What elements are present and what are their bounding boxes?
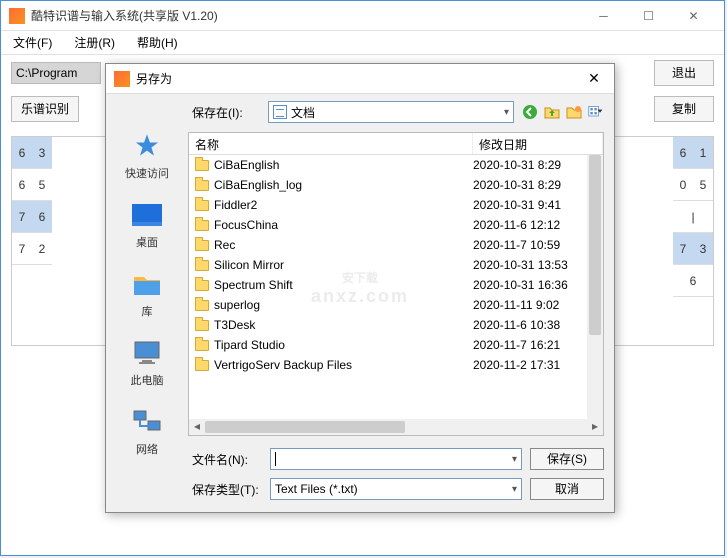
dialog-sidebar: 快速访问 桌面 库 此电脑 网络: [106, 94, 188, 512]
lookin-label: 保存在(I):: [188, 104, 260, 121]
computer-icon: [131, 337, 163, 369]
file-row[interactable]: FocusChina2020-11-6 12:12: [189, 215, 603, 235]
maximize-button[interactable]: ☐: [626, 1, 671, 31]
file-date: 2020-10-31 9:41: [473, 198, 597, 212]
file-date: 2020-10-31 8:29: [473, 178, 597, 192]
file-row[interactable]: Fiddler22020-10-31 9:41: [189, 195, 603, 215]
file-name: Rec: [214, 238, 473, 252]
documents-icon: [273, 105, 287, 119]
dialog-close-button[interactable]: ✕: [582, 70, 606, 87]
file-row[interactable]: Tipard Studio2020-11-7 16:21: [189, 335, 603, 355]
file-row[interactable]: Silicon Mirror2020-10-31 13:53: [189, 255, 603, 275]
file-row[interactable]: VertrigoServ Backup Files2020-11-2 17:31: [189, 355, 603, 375]
file-name: Silicon Mirror: [214, 258, 473, 272]
desktop-icon: [131, 199, 163, 231]
file-name: CiBaEnglish_log: [214, 178, 473, 192]
file-row[interactable]: Spectrum Shift2020-10-31 16:36: [189, 275, 603, 295]
file-name: superlog: [214, 298, 473, 312]
main-titlebar: 酷特识谱与输入系统(共享版 V1.20) ─ ☐ ✕: [1, 1, 724, 31]
sidebar-desktop[interactable]: 桌面: [131, 199, 163, 250]
file-name: Tipard Studio: [214, 338, 473, 352]
folder-icon: [195, 300, 209, 311]
copy-button[interactable]: 复制: [654, 96, 714, 122]
up-folder-icon[interactable]: [544, 104, 560, 120]
chevron-down-icon: ▾: [512, 454, 517, 465]
file-list-header: 名称 修改日期: [189, 133, 603, 155]
path-input[interactable]: [11, 62, 101, 84]
file-name: FocusChina: [214, 218, 473, 232]
file-name: VertrigoServ Backup Files: [214, 358, 473, 372]
lookin-combo[interactable]: 文档 ▾: [268, 101, 514, 123]
menu-file[interactable]: 文件(F): [7, 32, 58, 53]
lookin-value: 文档: [291, 104, 315, 121]
save-as-dialog: 另存为 ✕ 快速访问 桌面 库 此电脑 网络: [105, 63, 615, 513]
file-date: 2020-10-31 16:36: [473, 278, 597, 292]
file-date: 2020-11-7 10:59: [473, 238, 597, 252]
filetype-label: 保存类型(T):: [188, 481, 262, 498]
score-recognize-button[interactable]: 乐谱识别: [11, 96, 79, 122]
scroll-left-icon[interactable]: ◂: [189, 419, 205, 435]
close-button[interactable]: ✕: [671, 1, 716, 31]
file-list[interactable]: 名称 修改日期 CiBaEnglish2020-10-31 8:29CiBaEn…: [188, 132, 604, 436]
libraries-icon: [131, 268, 163, 300]
network-icon: [131, 406, 163, 438]
file-date: 2020-11-6 10:38: [473, 318, 597, 332]
folder-icon: [195, 220, 209, 231]
column-date[interactable]: 修改日期: [473, 133, 603, 154]
minimize-button[interactable]: ─: [581, 1, 626, 31]
main-title: 酷特识谱与输入系统(共享版 V1.20): [31, 7, 581, 24]
file-row[interactable]: CiBaEnglish_log2020-10-31 8:29: [189, 175, 603, 195]
vertical-scrollbar[interactable]: [587, 155, 603, 419]
exit-button[interactable]: 退出: [654, 60, 714, 86]
column-name[interactable]: 名称: [189, 133, 473, 154]
menu-register[interactable]: 注册(R): [68, 32, 121, 53]
sidebar-libraries[interactable]: 库: [131, 268, 163, 319]
file-date: 2020-11-6 12:12: [473, 218, 597, 232]
folder-icon: [195, 340, 209, 351]
sidebar-quick-access[interactable]: 快速访问: [125, 130, 169, 181]
dialog-title: 另存为: [136, 70, 582, 87]
folder-icon: [195, 200, 209, 211]
file-date: 2020-11-2 17:31: [473, 358, 597, 372]
folder-icon: [195, 180, 209, 191]
file-row[interactable]: superlog2020-11-11 9:02: [189, 295, 603, 315]
folder-icon: [195, 260, 209, 271]
chevron-down-icon: ▾: [504, 107, 509, 118]
back-icon[interactable]: [522, 104, 538, 120]
folder-icon: [195, 280, 209, 291]
file-name: Fiddler2: [214, 198, 473, 212]
file-row[interactable]: CiBaEnglish2020-10-31 8:29: [189, 155, 603, 175]
file-date: 2020-11-11 9:02: [473, 298, 597, 312]
file-date: 2020-10-31 13:53: [473, 258, 597, 272]
folder-icon: [195, 320, 209, 331]
file-name: CiBaEnglish: [214, 158, 473, 172]
filename-input[interactable]: ▾: [270, 448, 522, 470]
chevron-down-icon: ▾: [512, 484, 517, 495]
cancel-button[interactable]: 取消: [530, 478, 604, 500]
folder-icon: [195, 160, 209, 171]
scroll-right-icon[interactable]: ▸: [587, 419, 603, 435]
file-date: 2020-11-7 16:21: [473, 338, 597, 352]
app-icon: [9, 8, 25, 24]
dialog-titlebar: 另存为 ✕: [106, 64, 614, 94]
sidebar-this-pc[interactable]: 此电脑: [131, 337, 164, 388]
main-menu: 文件(F) 注册(R) 帮助(H): [1, 31, 724, 55]
filename-label: 文件名(N):: [188, 451, 262, 468]
file-row[interactable]: Rec2020-11-7 10:59: [189, 235, 603, 255]
file-name: Spectrum Shift: [214, 278, 473, 292]
file-name: T3Desk: [214, 318, 473, 332]
file-date: 2020-10-31 8:29: [473, 158, 597, 172]
save-button[interactable]: 保存(S): [530, 448, 604, 470]
horizontal-scrollbar[interactable]: ◂ ▸: [189, 419, 603, 435]
sidebar-network[interactable]: 网络: [131, 406, 163, 457]
view-menu-icon[interactable]: [588, 104, 604, 120]
new-folder-icon[interactable]: [566, 104, 582, 120]
file-row[interactable]: T3Desk2020-11-6 10:38: [189, 315, 603, 335]
folder-icon: [195, 360, 209, 371]
star-icon: [131, 130, 163, 162]
menu-help[interactable]: 帮助(H): [131, 32, 184, 53]
folder-icon: [195, 240, 209, 251]
dialog-app-icon: [114, 71, 130, 87]
filetype-combo[interactable]: Text Files (*.txt)▾: [270, 478, 522, 500]
